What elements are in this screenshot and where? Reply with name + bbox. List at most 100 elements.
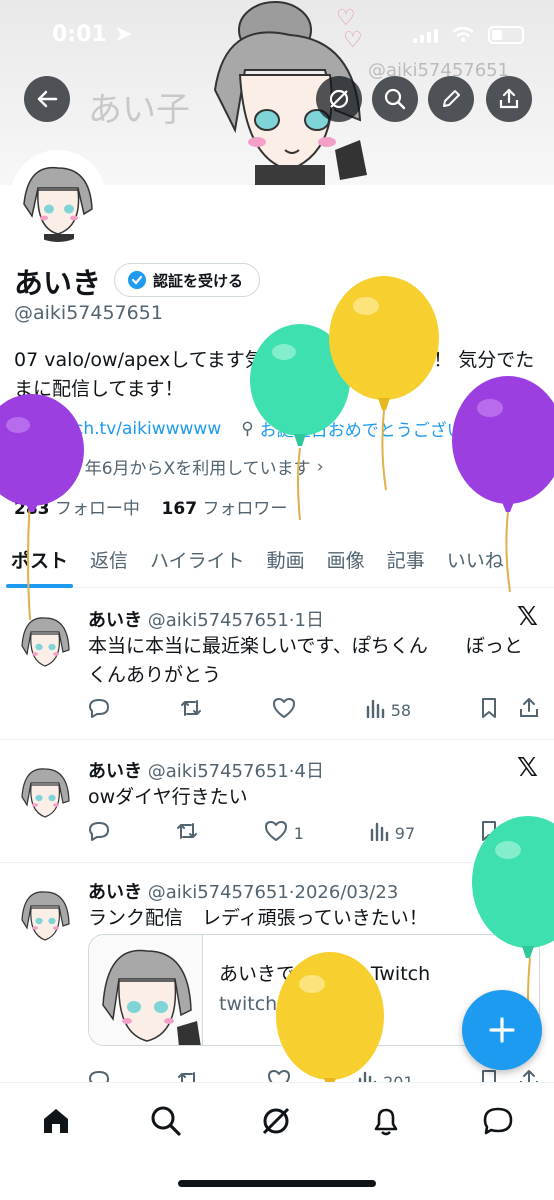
like-button[interactable] [272,697,296,723]
profile-tabs: ポスト 返信 ハイライト 動画 画像 記事 いいね [0,536,554,588]
repost-icon [175,820,199,846]
location-arrow-icon: ➤ [114,22,133,47]
share-icon[interactable] [518,820,540,846]
reply-button[interactable] [88,697,110,723]
post-avatar[interactable] [14,759,76,821]
arrow-left-icon [37,90,58,108]
share-icon[interactable] [518,697,540,723]
post-actions: 1 97 [88,821,540,845]
balloon-icon: ⚲ [241,418,254,439]
status-bar: 0:01 ➤ [0,0,554,74]
profile-bio: 07 valo/ow/apexしてます気軽に誘ってください！ 気分でたまに配信し… [14,349,535,400]
x-logo-icon[interactable]: 𝕏 [517,753,538,783]
post-text: owダイヤ行きたい [88,786,248,808]
views-icon [365,698,385,722]
views-count: 58 [390,700,412,720]
bell-icon [374,1108,398,1136]
x-logo-icon[interactable]: 𝕏 [517,602,538,632]
home-indicator [178,1180,376,1187]
card-character-art [102,949,201,1045]
views-count: 97 [394,823,416,843]
repost-icon [179,697,203,723]
home-icon [44,1109,68,1133]
message-icon [483,1107,513,1135]
search-icon [384,88,406,110]
post-item[interactable]: あいき @aiki57457651·4日 𝕏 owダイヤ行きたい 1 97 [0,741,554,863]
post-avatar[interactable] [14,608,76,670]
post-text: ランク配信 レディ頑張っていきたい！ [88,907,428,929]
post-text: 本当に本当に最近楽しいです、ぽちくん ぼっとくんありがとう [88,635,523,686]
post-header: あいき @aiki57457651·2026/03/23 [88,882,399,903]
tab-likes[interactable]: いいね [436,536,515,588]
get-verified-label: 認証を受ける [153,271,244,290]
back-button[interactable] [24,76,70,122]
heart-icon [272,697,296,723]
views-icon [369,821,389,845]
profile-handle: @aiki57457651 [14,302,163,324]
battery-icon [488,26,524,44]
tab-videos[interactable]: 動画 [256,536,316,588]
heart-icon [264,820,288,846]
post-header: あいき @aiki57457651·4日 [88,761,324,782]
following-link[interactable]: 283 フォロー中 [14,499,140,519]
nav-grok-button[interactable] [256,1101,296,1141]
grok-button[interactable] [316,76,362,122]
bookmark-icon[interactable] [480,820,498,846]
share-icon [499,88,519,109]
avatar-art [14,154,102,242]
birthday-message[interactable]: お誕生日おめでとうございます。 [260,416,513,441]
repost-button[interactable] [179,697,203,723]
profile-name: あいき [14,266,102,300]
post-actions: 58 [88,698,540,722]
search-button[interactable] [372,76,418,122]
wifi-icon [452,27,474,43]
x-logo-icon[interactable]: 𝕏 [517,876,538,906]
reply-icon [88,820,110,846]
views-button[interactable]: 58 [365,698,411,722]
repost-button[interactable] [175,820,199,846]
followers-link[interactable]: 167 フォロワー [162,499,288,519]
plus-icon [489,1017,515,1043]
link-card-domain: twitch.tv [219,993,302,1015]
share-button[interactable] [486,76,532,122]
grok-icon [329,89,349,109]
grok-icon [262,1107,290,1135]
tab-posts[interactable]: ポスト [0,536,79,588]
views-button[interactable]: 97 [369,821,415,845]
profile-avatar[interactable] [10,150,106,246]
post-avatar[interactable] [14,882,76,944]
link-card-title: あいきですます - Twitch [219,963,431,985]
post-header: あいき @aiki57457651·1日 [88,610,324,631]
get-verified-button[interactable]: 認証を受ける [114,263,261,297]
bookmark-icon[interactable] [480,697,498,723]
tab-replies[interactable]: 返信 [79,536,139,588]
nav-explore-button[interactable] [146,1101,186,1141]
like-count: 1 [293,823,304,843]
profile-website-link[interactable]: Twitch.tv/aikiwwwww [41,419,221,439]
like-button[interactable]: 1 [264,820,304,846]
profile-meta-row: 🔗 Twitch.tv/aikiwwwww ⚲ お誕生日おめでとうございます。 [14,416,513,442]
banner-signature: あい子 [88,90,190,130]
reply-icon [88,697,110,723]
follow-counts: 283 フォロー中 167 フォロワー [14,494,287,519]
status-time: 0:01 ➤ [52,22,133,47]
joined-text: 2020 年6月からXを利用しています [36,459,311,479]
cellular-signal-icon [413,27,438,43]
link-card-image [89,935,203,1045]
tab-articles[interactable]: 記事 [376,536,436,588]
compose-post-button[interactable] [462,990,542,1070]
nav-messages-button[interactable] [478,1101,518,1141]
tab-images[interactable]: 画像 [316,536,376,588]
edit-button[interactable] [428,76,474,122]
verified-badge-icon [128,271,146,289]
link-icon: 🔗 [14,418,36,439]
nav-home-button[interactable] [36,1101,76,1141]
calendar-icon: ▦ [14,456,31,477]
reply-button[interactable] [88,820,110,846]
nav-notifications-button[interactable] [366,1101,406,1141]
joined-row[interactable]: ▦ 2020 年6月からXを利用しています › [14,454,324,480]
chevron-right-icon: › [316,456,324,477]
search-icon [151,1106,181,1136]
post-item[interactable]: あいき @aiki57457651·1日 𝕏 本当に本当に最近楽しいです、ぽちく… [0,590,554,740]
tab-highlights[interactable]: ハイライト [139,536,256,588]
